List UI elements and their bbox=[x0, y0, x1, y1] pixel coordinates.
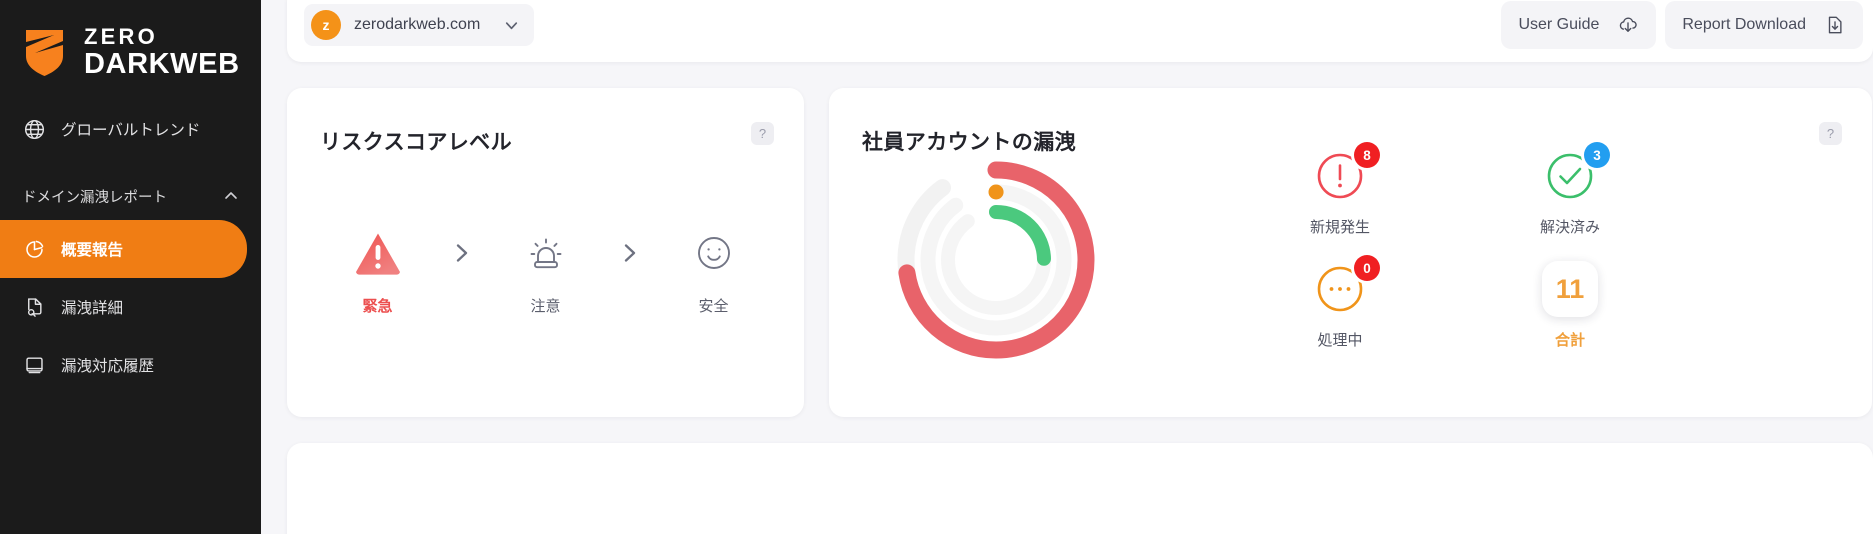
stat-resolved[interactable]: 3 解決済み bbox=[1511, 142, 1629, 237]
app-logo[interactable]: ZERO DARKWEB bbox=[0, 0, 261, 86]
stat-label: 新規発生 bbox=[1309, 219, 1370, 236]
user-guide-button[interactable]: User Guide bbox=[1501, 1, 1657, 49]
sidebar-section-domain-report[interactable]: ドメイン漏洩レポート bbox=[0, 172, 261, 220]
risk-score-card: リスクスコアレベル ? 緊急 注意 安全 bbox=[287, 88, 804, 417]
total-count-box: 11 bbox=[1542, 261, 1598, 317]
chevron-down-icon bbox=[503, 17, 520, 34]
domain-selector[interactable]: z zerodarkweb.com bbox=[304, 4, 535, 46]
report-download-button[interactable]: Report Download bbox=[1665, 1, 1863, 49]
stat-badge: 0 bbox=[1354, 255, 1380, 281]
risk-level-row: 緊急 注意 安全 bbox=[287, 226, 804, 316]
top-actions: User Guide Report Download bbox=[1501, 1, 1863, 49]
stat-label: 解決済み bbox=[1539, 219, 1600, 236]
domain-name-label: zerodarkweb.com bbox=[354, 16, 481, 33]
stat-label: 合計 bbox=[1554, 332, 1585, 349]
shield-z-logo-icon bbox=[18, 23, 71, 81]
risk-level-label: 緊急 bbox=[362, 298, 393, 315]
stat-label: 処理中 bbox=[1317, 332, 1363, 349]
sidebar-item-global-trend[interactable]: グローバルトレンド bbox=[0, 100, 261, 158]
sidebar-item-label: 漏洩詳細 bbox=[61, 300, 124, 317]
warning-triangle-icon bbox=[354, 226, 402, 280]
sidebar-item-response-history[interactable]: 漏洩対応履歴 bbox=[0, 336, 261, 394]
siren-alarm-icon bbox=[524, 226, 568, 280]
main-content: z zerodarkweb.com User Guide Report Down… bbox=[261, 0, 1873, 534]
sidebar-item-leak-detail[interactable]: 漏洩詳細 bbox=[0, 278, 261, 336]
document-search-icon bbox=[22, 295, 46, 319]
check-circle-icon: 3 bbox=[1542, 142, 1610, 204]
stat-total[interactable]: 11 合計 bbox=[1511, 261, 1629, 350]
pie-chart-icon bbox=[22, 237, 46, 261]
chevron-up-icon bbox=[223, 188, 239, 204]
sidebar-section-label: ドメイン漏洩レポート bbox=[22, 189, 167, 206]
user-guide-label: User Guide bbox=[1518, 16, 1600, 33]
globe-icon bbox=[22, 117, 46, 141]
chevron-right-icon bbox=[619, 226, 641, 280]
sidebar-item-label: 概要報告 bbox=[61, 242, 124, 259]
stat-in-progress[interactable]: 0 処理中 bbox=[1281, 255, 1399, 350]
stat-badge: 3 bbox=[1584, 142, 1610, 168]
sidebar: ZERO DARKWEB グローバルトレンド ドメイン漏洩レポート 概要報告 漏… bbox=[0, 0, 261, 534]
risk-level-label: 注意 bbox=[530, 298, 561, 315]
risk-card-help-icon[interactable]: ? bbox=[751, 122, 774, 145]
cards-row: リスクスコアレベル ? 緊急 注意 安全 社員アカウントの漏洩 ? 8 新規発生… bbox=[287, 88, 1872, 417]
dots-circle-icon: 0 bbox=[1312, 255, 1380, 317]
app-root: ZERO DARKWEB グローバルトレンド ドメイン漏洩レポート 概要報告 漏… bbox=[0, 0, 1873, 534]
chevron-right-icon bbox=[451, 226, 473, 280]
risk-card-title: リスクスコアレベル bbox=[320, 131, 512, 154]
cloud-download-icon bbox=[1617, 14, 1639, 36]
logo-line-1: ZERO bbox=[84, 23, 158, 49]
leak-radial-chart bbox=[886, 150, 1106, 375]
report-download-label: Report Download bbox=[1682, 16, 1806, 33]
employee-leak-card: 社員アカウントの漏洩 ? 8 新規発生 3 解決済み 0 処理中 11 合計 bbox=[829, 88, 1872, 417]
book-icon bbox=[22, 353, 46, 377]
sidebar-item-label: 漏洩対応履歴 bbox=[61, 358, 155, 375]
bottom-panel-partial bbox=[287, 443, 1873, 534]
logo-line-2: DARKWEB bbox=[84, 47, 240, 80]
alert-circle-icon: 8 bbox=[1312, 142, 1380, 204]
sidebar-item-summary-report[interactable]: 概要報告 bbox=[0, 220, 247, 278]
logo-text: ZERO DARKWEB bbox=[84, 23, 240, 80]
domain-avatar: z bbox=[311, 10, 341, 40]
stat-badge: 8 bbox=[1354, 142, 1380, 168]
leak-card-help-icon[interactable]: ? bbox=[1819, 122, 1842, 145]
stat-new-occurrence[interactable]: 8 新規発生 bbox=[1281, 142, 1399, 237]
top-bar: z zerodarkweb.com User Guide Report Down… bbox=[287, 0, 1873, 62]
risk-level-safe[interactable]: 安全 bbox=[677, 226, 751, 316]
smiley-face-icon bbox=[692, 226, 736, 280]
leak-stats-grid: 8 新規発生 3 解決済み 0 処理中 11 合計 bbox=[1281, 142, 1629, 350]
file-download-icon bbox=[1824, 14, 1846, 36]
risk-level-caution[interactable]: 注意 bbox=[509, 226, 583, 316]
risk-level-label: 安全 bbox=[698, 298, 729, 315]
risk-level-emergency[interactable]: 緊急 bbox=[341, 226, 415, 316]
sidebar-item-label: グローバルトレンド bbox=[61, 122, 201, 139]
